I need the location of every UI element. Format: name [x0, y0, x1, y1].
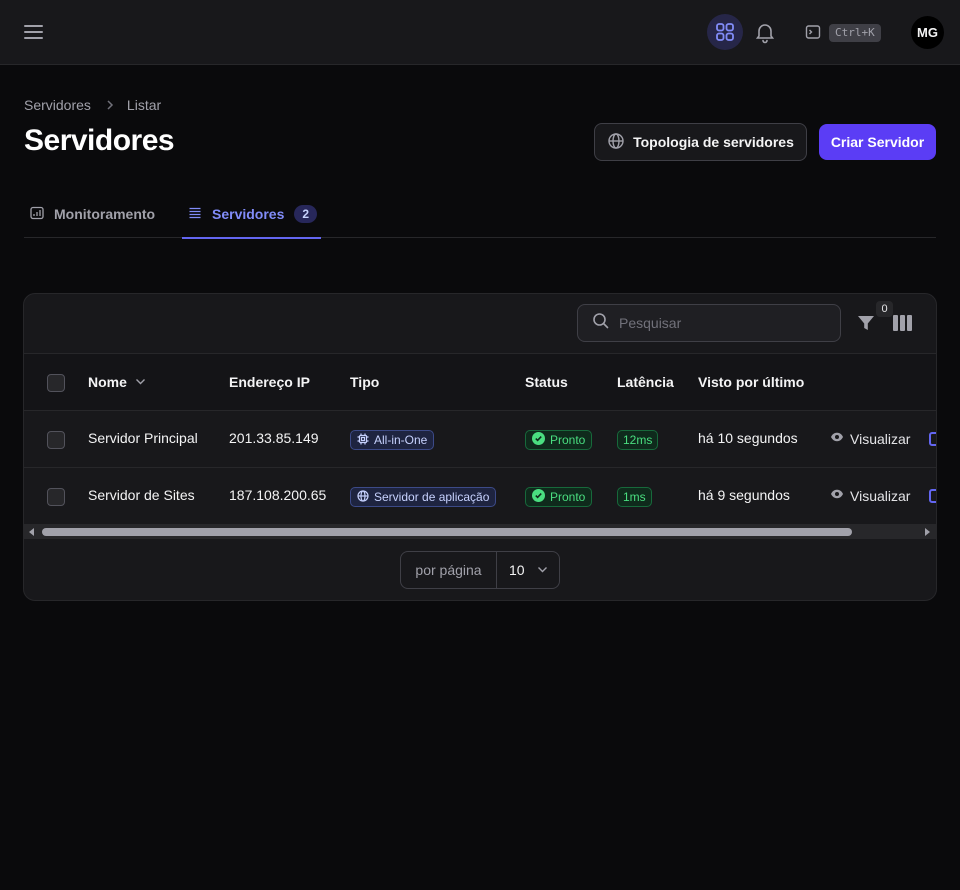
avatar[interactable]: MG: [911, 16, 944, 49]
horizontal-scrollbar[interactable]: [24, 525, 936, 539]
eye-icon: [830, 430, 844, 447]
scroll-right-arrow[interactable]: [925, 528, 930, 536]
per-page-label: por página: [401, 552, 497, 588]
view-link[interactable]: Visualizar: [830, 487, 910, 504]
check-circle-icon: [532, 489, 545, 505]
filter-count-badge: 0: [876, 301, 893, 317]
globe-icon: [607, 132, 625, 153]
columns-icon[interactable]: [893, 315, 912, 331]
search-field[interactable]: [577, 304, 841, 342]
latency-badge: 12ms: [617, 430, 659, 450]
type-badge: Servidor de aplicação: [350, 487, 497, 507]
bell-icon[interactable]: [753, 20, 777, 44]
search-icon: [592, 312, 609, 334]
column-header-visto: Visto por último: [698, 374, 805, 390]
server-name[interactable]: Servidor Principal: [88, 430, 198, 446]
tab-servidores[interactable]: Servidores 2: [182, 190, 322, 239]
column-header-latencia: Latência: [617, 374, 674, 390]
breadcrumb-current: Listar: [126, 97, 162, 113]
column-header-ip: Endereço IP: [229, 374, 310, 390]
column-header-tipo: Tipo: [350, 374, 380, 390]
filter-icon[interactable]: [857, 314, 877, 334]
tab-monitoramento[interactable]: Monitoramento: [30, 190, 155, 238]
status-label: Pronto: [550, 433, 586, 447]
server-ip: 201.33.85.149: [229, 430, 319, 446]
last-seen: há 10 segundos: [698, 430, 798, 446]
menu-icon[interactable]: [24, 22, 44, 42]
select-all-checkbox[interactable]: [47, 374, 65, 392]
table-row: Servidor Principal 201.33.85.149 All-in-…: [24, 411, 936, 468]
per-page-select: por página 10: [400, 551, 560, 589]
server-name[interactable]: Servidor de Sites: [88, 487, 195, 503]
chevron-down-icon: [135, 374, 146, 390]
chevron-down-icon: [537, 562, 548, 578]
edit-icon[interactable]: [929, 489, 936, 503]
eye-icon: [830, 487, 844, 504]
tabs: Monitoramento Servidores 2: [24, 190, 936, 239]
last-seen: há 9 segundos: [698, 487, 790, 503]
breadcrumb: Servidores Listar: [24, 97, 161, 113]
view-label: Visualizar: [850, 487, 911, 504]
chart-icon: [30, 206, 44, 223]
table-header: Nome Endereço IP Tipo Status Latência Vi…: [24, 353, 936, 411]
row-checkbox[interactable]: [47, 431, 65, 449]
status-badge: Pronto: [525, 430, 593, 450]
status-label: Pronto: [550, 490, 586, 504]
type-label: Servidor de aplicação: [374, 490, 490, 504]
topology-button-label: Topologia de servidores: [633, 134, 794, 150]
globe-icon: [357, 489, 369, 505]
table-row: Servidor de Sites 187.108.200.65 Servido…: [24, 468, 936, 525]
view-label: Visualizar: [850, 430, 911, 447]
command-icon: [805, 24, 821, 40]
row-checkbox[interactable]: [47, 488, 65, 506]
page-title: Servidores: [24, 124, 175, 157]
type-label: All-in-One: [374, 433, 428, 447]
topology-button[interactable]: Topologia de servidores: [594, 123, 807, 161]
scroll-left-arrow[interactable]: [29, 528, 34, 536]
apps-grid-icon[interactable]: [707, 14, 743, 50]
check-circle-icon: [532, 432, 545, 448]
top-bar: Ctrl+K MG: [0, 0, 960, 65]
count-badge: 2: [294, 205, 318, 223]
column-header-status: Status: [525, 374, 568, 390]
list-icon: [188, 206, 202, 223]
column-label: Nome: [88, 374, 127, 390]
edit-icon[interactable]: [929, 432, 936, 446]
column-header-nome[interactable]: Nome: [88, 374, 146, 390]
create-server-button[interactable]: Criar Servidor: [819, 124, 936, 160]
per-page-value: 10: [509, 562, 525, 578]
shortcut-badge[interactable]: Ctrl+K: [829, 24, 881, 42]
cpu-icon: [357, 433, 369, 448]
search-input[interactable]: [619, 315, 819, 331]
chevron-right-icon: [105, 100, 115, 110]
per-page-dropdown[interactable]: 10: [497, 552, 559, 588]
breadcrumb-root[interactable]: Servidores: [24, 97, 91, 113]
scrollbar-thumb[interactable]: [42, 528, 852, 536]
servers-table-card: 0 Nome Endereço IP Tipo Status Latência …: [23, 293, 937, 601]
tab-label: Servidores: [212, 206, 285, 222]
view-link[interactable]: Visualizar: [830, 430, 910, 447]
latency-badge: 1ms: [617, 487, 652, 507]
server-ip: 187.108.200.65: [229, 487, 327, 503]
type-badge: All-in-One: [350, 430, 435, 450]
tab-label: Monitoramento: [54, 206, 156, 222]
status-badge: Pronto: [525, 487, 593, 507]
